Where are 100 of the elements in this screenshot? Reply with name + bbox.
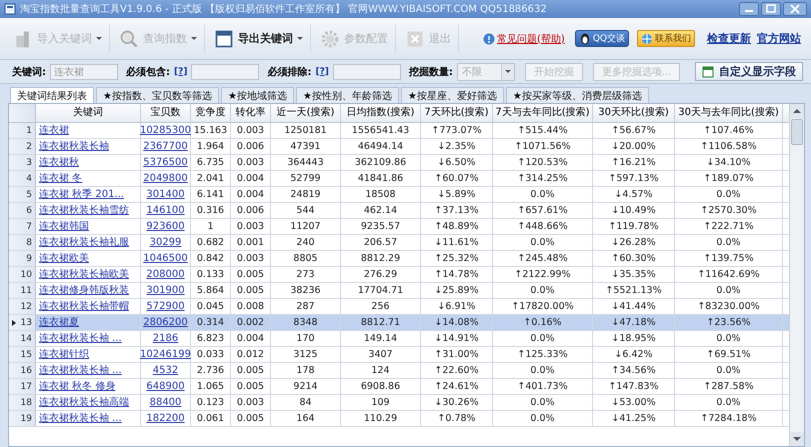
table-row[interactable]: 9 连衣裙欧美 1046500 0.842 0.003 8805 8812.29 ↑25.32% ↑245.48% ↑60.30% ↑139.75%	[9, 251, 789, 267]
table-link[interactable]: 301900	[146, 284, 185, 297]
chat-button[interactable]: QQ交谈	[574, 30, 629, 47]
column-header[interactable]: 30天环比(搜索)	[593, 104, 675, 122]
column-header[interactable]: 7天环比(搜索)	[421, 104, 493, 122]
column-header[interactable]: 关键词	[36, 104, 141, 122]
table-row[interactable]: 15 连衣裙针织 10246199 0.033 0.012 3125 3407 ↑31.00% ↑125.33% ↓6.42% ↑69.51%	[9, 347, 789, 363]
scroll-thumb[interactable]	[791, 119, 803, 145]
table-link[interactable]: 连衣裙秋装长袖高端	[39, 396, 129, 409]
custom-fields-button[interactable]: 自定义显示字段	[695, 62, 803, 81]
table-link[interactable]: 146100	[146, 204, 185, 217]
table-link[interactable]: 182200	[146, 412, 185, 425]
table-link[interactable]: 连衣裙秋装长袖	[39, 140, 109, 153]
table-link[interactable]: 208000	[146, 268, 185, 281]
table-row[interactable]: 5 连衣裙 秋季 201... 301400 6.141 0.004 24819 18508 ↓5.89% 0.0% ↓4.57% 0.0%	[9, 187, 789, 203]
maximize-icon[interactable]	[761, 2, 781, 16]
column-header[interactable]: 30天与去年同比(搜索)	[675, 104, 783, 122]
table-link[interactable]: 301400	[146, 188, 185, 201]
column-header[interactable]: 7天与去年同比(搜索)	[493, 104, 593, 122]
table-link[interactable]: 连衣裙针织	[39, 348, 89, 361]
table-cell: 1	[207, 220, 214, 234]
table-link[interactable]: 连衣裙韩国	[39, 220, 89, 233]
toolbar-link[interactable]: 检查更新	[707, 31, 751, 46]
table-row[interactable]: 3 连衣裙秋 5376500 6.735 0.003 364443 362109.86 ↓6.50% ↑120.53% ↑16.21% ↓34.10%	[9, 155, 789, 171]
tab[interactable]: 关键词结果列表	[10, 87, 94, 103]
table-row[interactable]: 4 连衣裙 冬 2049800 2.041 0.004 52799 41841.86 ↑60.07% ↑314.25% ↑597.13% ↑189.07%	[9, 171, 789, 187]
table-link[interactable]: 连衣裙秋装长袖 ...	[39, 412, 122, 425]
table-link[interactable]: 2806200	[143, 316, 188, 329]
close-icon	[405, 28, 425, 48]
table-link[interactable]: 2049800	[143, 172, 188, 185]
table-cell: ↑17820.00%	[511, 300, 574, 314]
table-link[interactable]: 连衣裙欧美	[39, 252, 89, 265]
tab[interactable]: ★按指数、宝贝数等筛选	[96, 87, 219, 103]
table-link[interactable]: 连衣裙秋装长袖礼服	[39, 236, 129, 249]
table-link[interactable]: 连衣裙秋装长袖雪纺	[39, 204, 129, 217]
table-row[interactable]: 7 连衣裙韩国 923600 1 0.003 11207 9235.57 ↑48.89% ↑448.66% ↑119.78% ↑222.71%	[9, 219, 789, 235]
help-link[interactable]: [?]	[174, 66, 188, 76]
close-icon[interactable]	[783, 2, 807, 16]
scroll-up-icon[interactable]	[793, 108, 801, 114]
table-row[interactable]: 10 连衣裙秋装长袖欧美 208000 0.133 0.005 273 276.29 ↑14.78% ↑2122.99% ↓35.35% ↑11642.69%	[9, 267, 789, 283]
minimize-icon[interactable]	[739, 2, 759, 16]
table-row[interactable]: 16 连衣裙秋装长袖 ... 4532 2.736 0.005 178 124 ↑22.60% 0.0% ↑34.56% 0.0%	[9, 363, 789, 379]
table-link[interactable]: 2186	[152, 332, 178, 345]
table-row[interactable]: 14 连衣裙秋装长袖 ... 2186 6.823 0.004 170 149.14 ↓14.91% 0.0% ↓18.95% 0.0%	[9, 331, 789, 347]
table-link[interactable]: 10285300	[140, 124, 191, 137]
table-link[interactable]: 连衣裙 秋冬 修身	[39, 380, 116, 393]
table-link[interactable]: 连衣裙 冬	[39, 172, 82, 185]
table-link[interactable]: 连衣裙秋装长袖带帽	[39, 300, 129, 313]
table-row[interactable]: 2 连衣裙秋装长袖 2367700 1.964 0.006 47391 46494.14 ↓2.35% ↑1071.56% ↓20.00% ↑1106.58%	[9, 139, 789, 155]
table-row[interactable]: 17 连衣裙 秋冬 修身 648900 1.065 0.005 9214 6908.86 ↑24.61% ↑401.73% ↑147.83% ↑287.58%	[9, 379, 789, 395]
table-link[interactable]: 5376500	[143, 156, 188, 169]
toolbar-link[interactable]: 官方网站	[757, 31, 801, 46]
table-row[interactable]: 1 连衣裙 10285300 15.163 0.003 1250181 1556541.43 ↑773.07% ↑515.44% ↑56.67% ↑107.46%	[9, 123, 789, 139]
help-link[interactable]: 常见问题(帮助)	[497, 32, 565, 46]
table-link[interactable]: 连衣裙 秋季 201...	[39, 188, 124, 201]
column-header[interactable]: 竞争度	[191, 104, 231, 122]
table-link[interactable]: 648900	[146, 380, 185, 393]
column-header[interactable]: 近一天(搜索)	[271, 104, 341, 122]
table-link[interactable]: 连衣裙秋装长袖 ...	[39, 364, 122, 377]
table-link[interactable]: 923600	[146, 220, 185, 233]
scrollbar[interactable]	[789, 104, 804, 446]
include-field[interactable]	[191, 64, 260, 80]
column-header[interactable]: 转化率	[231, 104, 271, 122]
table-link[interactable]: 连衣裙修身韩版秋装	[39, 284, 129, 297]
table-link[interactable]: 4532	[152, 364, 178, 377]
tab[interactable]: ★按星座、爱好筛选	[400, 87, 504, 103]
table-cell: 38236	[290, 284, 321, 298]
table-link[interactable]: 连衣裙秋装长袖 ...	[39, 332, 122, 345]
tab[interactable]: ★按买家等级、消费层级筛选	[506, 87, 649, 103]
table-link[interactable]: 连衣裙秋装长袖欧美	[39, 268, 129, 281]
table-link[interactable]: 572900	[146, 300, 185, 313]
table-link[interactable]: 10246199	[140, 348, 191, 361]
tab[interactable]: ★按性别、年龄筛选	[296, 87, 399, 103]
table-link[interactable]: 88400	[150, 396, 182, 409]
column-header[interactable]: 宝贝数	[141, 104, 191, 122]
table-link[interactable]: 2367700	[143, 140, 188, 153]
table-row[interactable]: 6 连衣裙秋装长袖雪纺 146100 0.316 0.006 544 462.14 ↑37.13% ↑657.61% ↓10.49% ↑2570.30%	[9, 203, 789, 219]
table-link[interactable]: 连衣裙	[39, 124, 69, 137]
table-row[interactable]: 11 连衣裙修身韩版秋装 301900 5.864 0.005 38236 17704.71 ↓25.89% 0.0% ↑5521.13% 0.0%	[9, 283, 789, 299]
table-cell: ↑107.46%	[703, 124, 754, 138]
table-link[interactable]: 30299	[150, 236, 182, 249]
row-header: 6	[9, 203, 36, 218]
table-cell: 0.005	[236, 380, 264, 394]
column-header[interactable]: 日均指数(搜索)	[341, 104, 421, 122]
table-row[interactable]: 19 连衣裙秋装长袖 ... 182200 0.061 0.005 164 110.29 ↑0.78% 0.0% ↓41.25% ↑7284.18%	[9, 411, 789, 427]
contact-button[interactable]: 联系我们	[637, 30, 695, 47]
scroll-down-icon[interactable]	[793, 436, 801, 442]
exclude-field[interactable]	[332, 64, 401, 80]
table-cell: 0.0%	[530, 396, 555, 410]
table-link[interactable]: 连衣裙夏	[39, 316, 79, 329]
toolbar-button[interactable]: 导出关键词	[207, 24, 311, 52]
table-row[interactable]: 13 连衣裙夏 2806200 0.314 0.002 8348 8812.71 ↓14.08% ↑0.16% ↓47.18% ↑23.56%	[9, 315, 789, 331]
table-row[interactable]: 8 连衣裙秋装长袖礼服 30299 0.682 0.001 240 206.57 ↓11.61% 0.0% ↓26.28% 0.0%	[9, 235, 789, 251]
row-header: 16	[9, 363, 36, 378]
help-link[interactable]: [?]	[315, 66, 329, 76]
table-link[interactable]: 1046500	[143, 252, 188, 265]
table-cell: 0.004	[236, 332, 264, 346]
table-row[interactable]: 18 连衣裙秋装长袖高端 88400 0.123 0.003 84 109 ↓30.26% 0.0% ↓53.00% 0.0%	[9, 395, 789, 411]
tab[interactable]: ★按地域筛选	[220, 87, 294, 103]
table-link[interactable]: 连衣裙秋	[39, 156, 79, 169]
